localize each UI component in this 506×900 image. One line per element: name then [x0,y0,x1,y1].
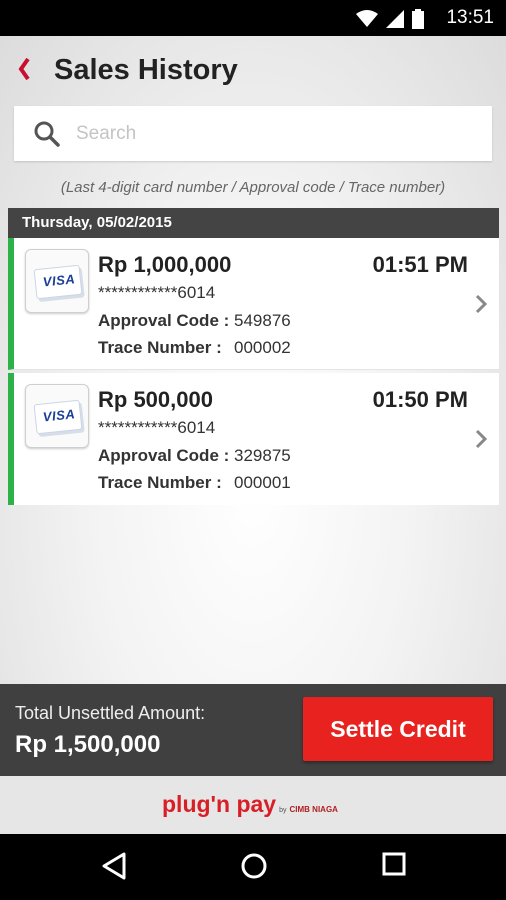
search-hint: (Last 4-digit card number / Approval cod… [60,179,446,196]
chevron-right-icon [475,294,487,314]
trace-number-value: 000001 [234,473,291,492]
total-unsettled-amount: Rp 1,500,000 [15,731,161,758]
brand-name: plug'n pay [162,791,277,817]
trace-number-row: Trace Number : 000002 [98,338,291,358]
main-screen: Sales History (Last 4-digit card number … [0,36,506,684]
transaction-row[interactable]: VISA Rp 1,000,000 01:51 PM ************6… [8,238,499,370]
back-nav-icon[interactable] [101,852,127,880]
approval-code-value: 329875 [234,446,291,465]
visa-card-icon: VISA [25,384,89,448]
approval-code-label: Approval Code : [98,311,230,330]
page-title: Sales History [54,54,238,86]
transaction-row[interactable]: VISA Rp 500,000 01:50 PM ************601… [8,373,499,505]
brand-footer: plug'n pay by CIMB NIAGA [0,776,506,834]
masked-card-number: ************6014 [98,283,216,302]
trace-number-label: Trace Number : [98,338,222,357]
search-icon [34,121,60,147]
masked-card-number: ************6014 [98,418,216,437]
status-icons [356,9,424,29]
transaction-time: 01:50 PM [372,387,468,412]
card-brand: VISA [42,406,76,425]
back-chevron-icon [18,57,30,81]
partner-name: CIMB NIAGA [289,805,338,814]
app-header: Sales History [0,36,506,106]
recents-nav-icon[interactable] [382,852,406,876]
approval-code-row: Approval Code :329875 [98,446,291,466]
battery-icon [412,9,424,29]
trace-number-label: Trace Number : [98,473,222,492]
chevron-right-icon [475,429,487,449]
summary-bar: Total Unsettled Amount: Rp 1,500,000 Set… [0,684,506,776]
search-box[interactable] [14,106,492,161]
back-button[interactable] [18,57,30,84]
card-brand: VISA [42,271,76,290]
brand-by: by [279,807,287,814]
total-unsettled-label: Total Unsettled Amount: [15,703,206,723]
home-nav-icon[interactable] [240,852,268,880]
signal-icon [386,10,404,28]
visa-card-icon: VISA [25,249,89,313]
approval-code-row: Approval Code :549876 [98,311,291,331]
approval-code-label: Approval Code : [98,446,230,465]
transaction-amount: Rp 1,000,000 [98,252,232,277]
search-input[interactable] [74,118,478,150]
trace-number-value: 000002 [234,338,291,357]
status-time: 13:51 [446,7,494,28]
android-nav-bar [0,834,506,900]
status-bar: 13:51 [0,0,506,36]
plugnpay-logo: plug'n pay by CIMB NIAGA [162,791,338,818]
transaction-time: 01:51 PM [372,252,468,277]
wifi-icon [356,10,378,27]
trace-number-row: Trace Number : 000001 [98,473,291,493]
transaction-amount: Rp 500,000 [98,387,213,412]
settle-credit-button[interactable]: Settle Credit [303,697,493,761]
approval-code-value: 549876 [234,311,291,330]
date-group-header: Thursday, 05/02/2015 [8,208,499,238]
